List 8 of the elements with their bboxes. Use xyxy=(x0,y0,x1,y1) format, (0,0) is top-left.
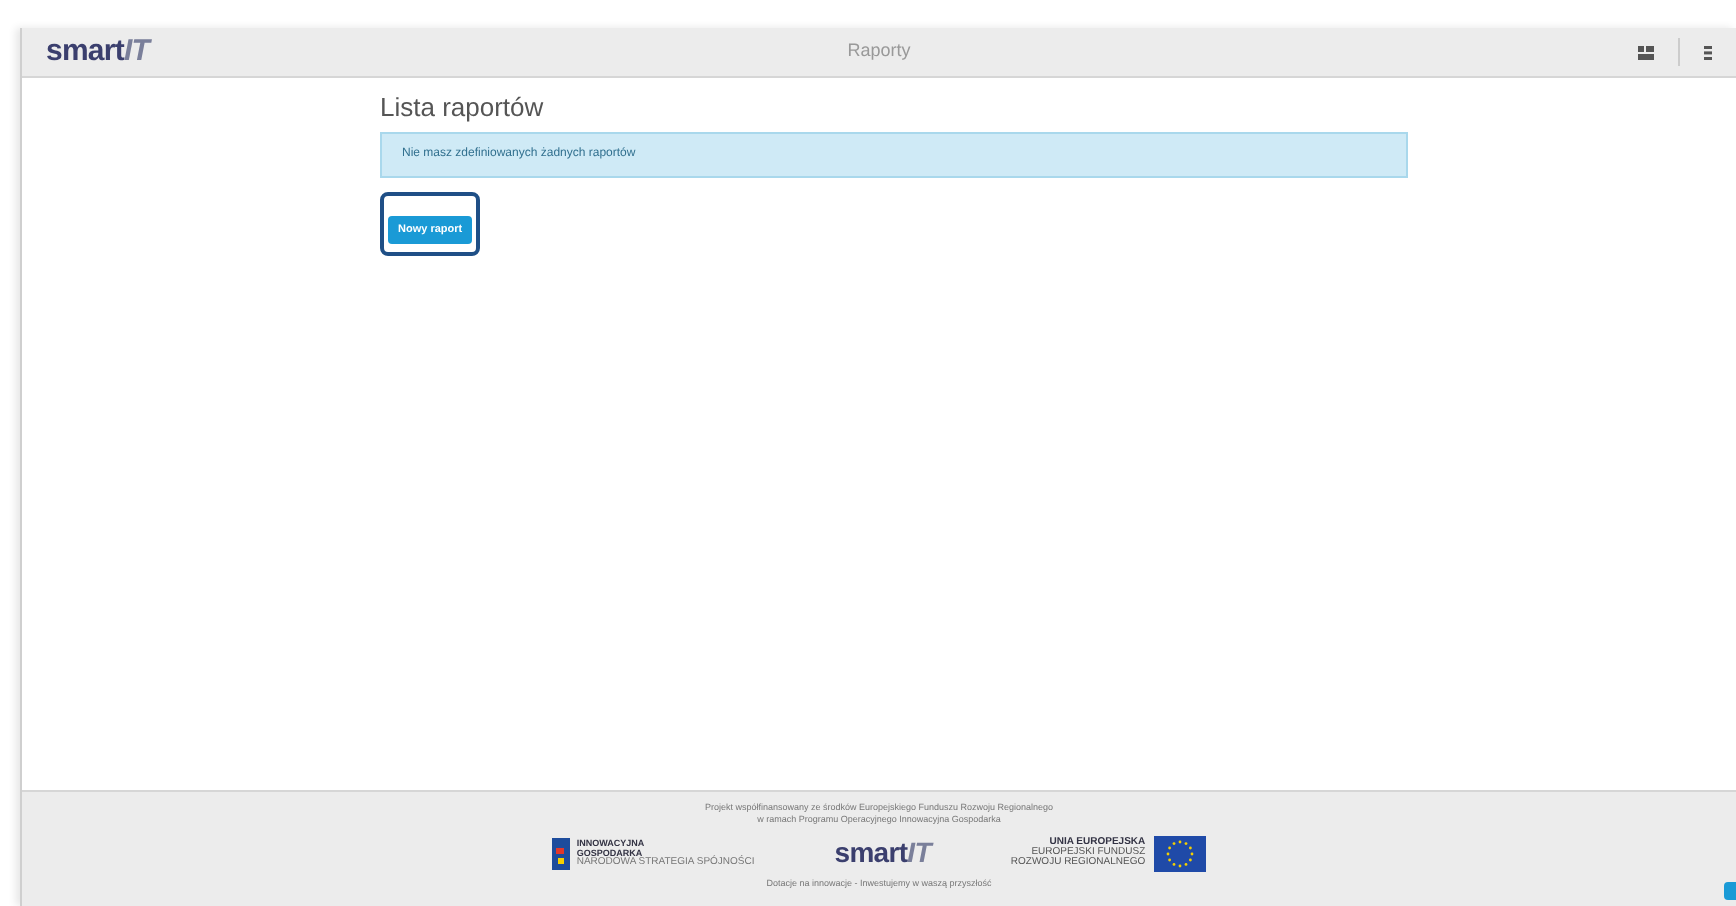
smartit-logo: smartIT xyxy=(834,834,931,872)
flag-icon xyxy=(552,837,571,869)
page-heading: Lista raportów xyxy=(380,94,546,120)
smartit-logo: smartIT xyxy=(46,31,150,72)
eu-flag-icon xyxy=(1153,835,1206,871)
menu-icon[interactable] xyxy=(1704,45,1712,59)
grid-icon xyxy=(1638,45,1654,59)
page-title: Raporty xyxy=(847,38,911,65)
